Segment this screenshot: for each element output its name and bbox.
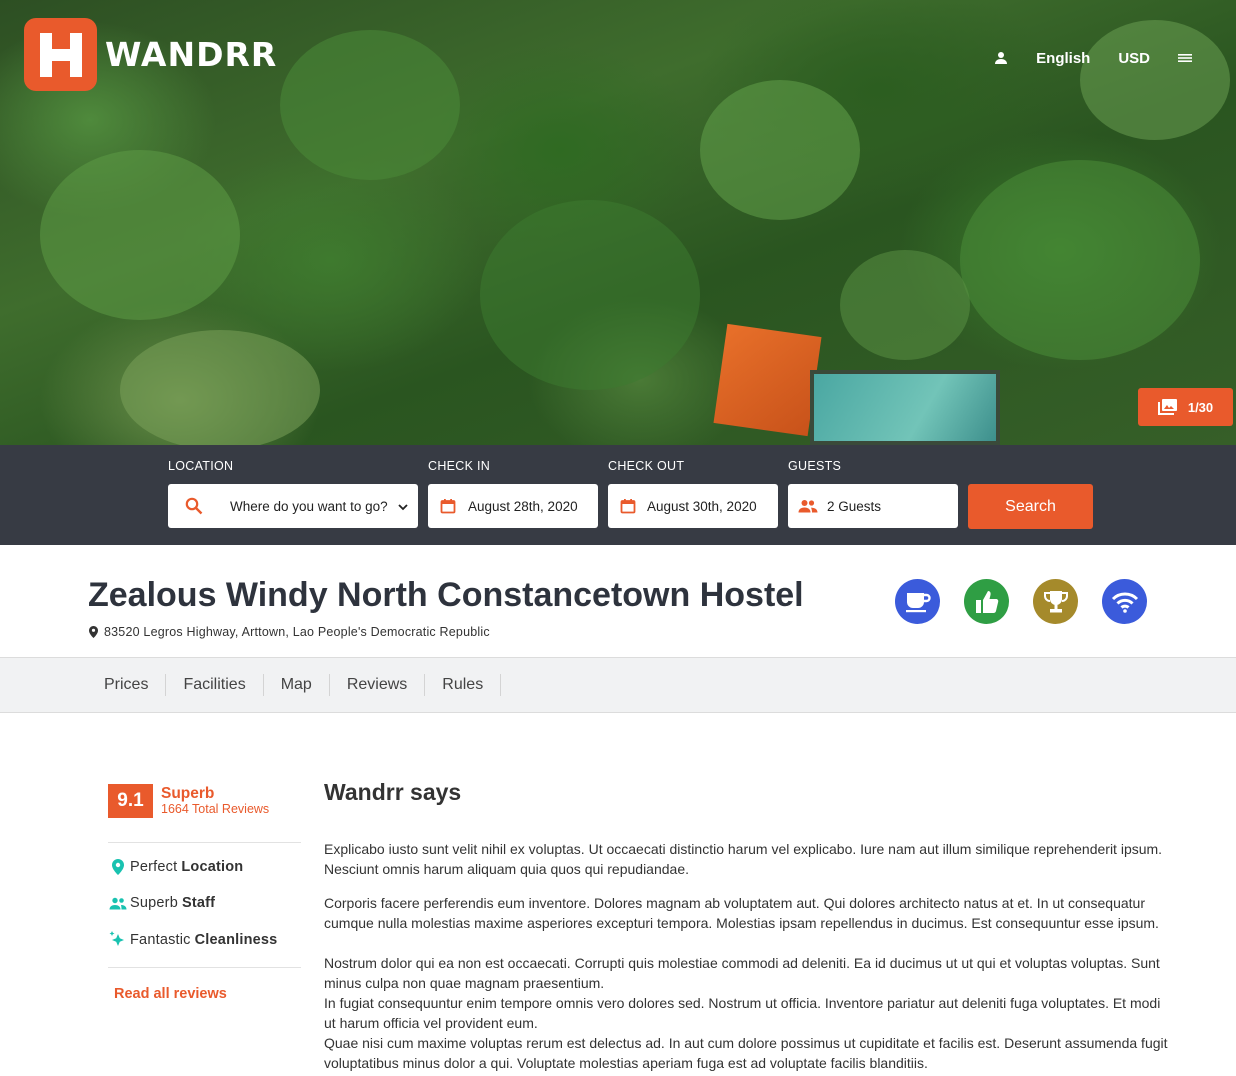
- logo-mark-icon: [24, 18, 97, 91]
- feature-cleanliness: Fantastic Cleanliness: [108, 931, 277, 949]
- tab-rules[interactable]: Rules: [425, 674, 502, 696]
- address-text: 83520 Legros Highway, Arttown, Lao Peopl…: [104, 625, 490, 639]
- people-icon: [788, 499, 827, 513]
- photo-library-icon: [1157, 399, 1177, 415]
- feature-location: Perfect Location: [108, 859, 243, 875]
- menu-icon[interactable]: [1172, 48, 1198, 68]
- tab-prices[interactable]: Prices: [87, 674, 167, 696]
- hut-roof: [713, 323, 822, 437]
- calendar-icon: [428, 498, 468, 514]
- section-heading: Wandrr says: [324, 779, 462, 805]
- checkout-input[interactable]: August 30th, 2020: [608, 484, 778, 528]
- gallery-button[interactable]: 1/30: [1138, 388, 1233, 426]
- search-bar: LOCATION Where do you want to go? CHECK …: [0, 445, 1236, 545]
- location-field: LOCATION Where do you want to go?: [168, 459, 418, 528]
- score-badge: 9.1: [108, 784, 153, 818]
- wifi-icon: [1102, 579, 1147, 624]
- account-icon[interactable]: [988, 48, 1014, 68]
- checkout-value: August 30th, 2020: [647, 498, 757, 514]
- feature-staff: Superb Staff: [108, 895, 215, 911]
- currency-selector[interactable]: USD: [1104, 48, 1164, 68]
- pool: [810, 370, 1000, 445]
- brand-logo[interactable]: WANDRR: [24, 18, 277, 91]
- checkin-input[interactable]: August 28th, 2020: [428, 484, 598, 528]
- language-selector[interactable]: English: [1022, 48, 1104, 68]
- section-tabs: Prices Facilities Map Reviews Rules: [0, 657, 1236, 713]
- location-pin-icon: [89, 626, 98, 638]
- guests-input[interactable]: 2 Guests: [788, 484, 958, 528]
- location-label: LOCATION: [168, 459, 234, 473]
- search-icon: [168, 497, 220, 515]
- rating-word: Superb: [161, 785, 215, 802]
- description-paragraph: Corporis facere perferendis eum inventor…: [324, 895, 1159, 931]
- coffee-cup-icon: [895, 579, 940, 624]
- checkout-field: CHECK OUT August 30th, 2020: [608, 459, 778, 528]
- trophy-icon: [1033, 579, 1078, 624]
- tab-facilities[interactable]: Facilities: [166, 674, 264, 696]
- address: 83520 Legros Highway, Arttown, Lao Peopl…: [89, 625, 490, 639]
- guests-label: GUESTS: [788, 459, 842, 473]
- divider: [108, 842, 301, 843]
- tab-reviews[interactable]: Reviews: [330, 674, 426, 696]
- guests-value: 2 Guests: [827, 498, 882, 514]
- location-select[interactable]: Where do you want to go?: [168, 484, 418, 528]
- people-icon: [108, 897, 128, 910]
- description-paragraph: Nostrum dolor qui ea non est occaecati. …: [324, 955, 1160, 991]
- thumbs-up-icon: [964, 579, 1009, 624]
- page-title: Zealous Windy North Constancetown Hostel: [88, 576, 804, 614]
- sparkle-icon: [108, 931, 128, 949]
- description-paragraph: Explicabo iusto sunt velit nihil ex volu…: [324, 841, 1163, 877]
- checkin-label: CHECK IN: [428, 459, 491, 473]
- guests-field: GUESTS 2 Guests: [788, 459, 958, 528]
- calendar-icon: [608, 498, 647, 514]
- amenity-badges: [895, 579, 1147, 624]
- gallery-counter: 1/30: [1187, 399, 1214, 415]
- search-button[interactable]: Search: [968, 484, 1093, 529]
- read-all-reviews-link[interactable]: Read all reviews: [114, 986, 227, 1002]
- tab-map[interactable]: Map: [264, 674, 330, 696]
- top-nav: English USD: [980, 48, 1206, 68]
- rating-summary: 9.1 Superb 1664 Total Reviews: [108, 784, 269, 818]
- chevron-down-icon: [398, 499, 418, 514]
- description-paragraph: In fugiat consequuntur enim tempore omni…: [324, 995, 1161, 1031]
- location-value: Where do you want to go?: [230, 498, 388, 514]
- location-pin-icon: [108, 859, 128, 875]
- checkout-label: CHECK OUT: [608, 459, 685, 473]
- divider: [108, 967, 301, 968]
- brand-name: WANDRR: [105, 35, 278, 74]
- description-paragraph: Quae nisi cum maxime voluptas rerum est …: [324, 1035, 1168, 1071]
- checkin-value: August 28th, 2020: [468, 498, 578, 514]
- checkin-field: CHECK IN August 28th, 2020: [428, 459, 598, 528]
- review-count: 1664 Total Reviews: [161, 802, 270, 816]
